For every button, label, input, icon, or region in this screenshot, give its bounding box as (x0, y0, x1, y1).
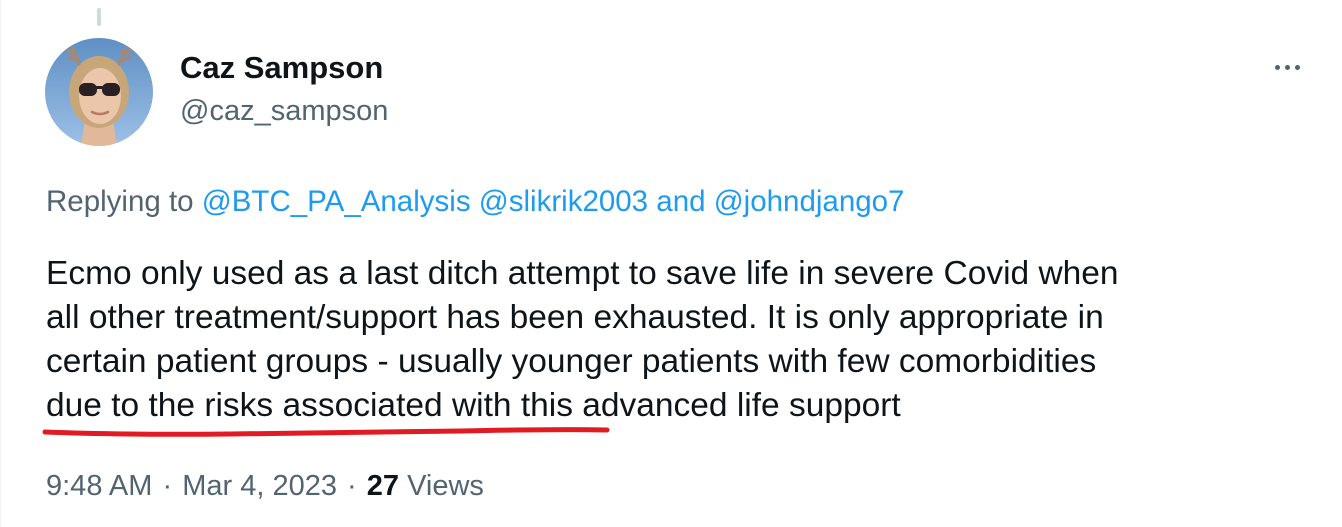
date-link[interactable]: Mar 4, 2023 (182, 470, 337, 502)
tweet-text-line: all other treatment/support has been exh… (46, 299, 1104, 336)
thread-connector-line (97, 8, 101, 26)
tweet-meta: 9:48 AM · Mar 4, 2023 · 27 Views (46, 470, 484, 503)
views-label: Views (407, 470, 484, 502)
mention-link-btc-pa-analysis[interactable]: @BTC_PA_Analysis (202, 185, 471, 218)
tweet-text-line: due to the risks associated with this ad… (46, 387, 901, 424)
reply-context-prefix: Replying to (46, 185, 194, 218)
tweet-text-line: Ecmo only used as a last ditch attempt t… (46, 255, 1119, 292)
avatar-image (45, 38, 153, 146)
author-display-name[interactable]: Caz Sampson (180, 50, 383, 86)
mention-link-johndjango7[interactable]: @johndjango7 (714, 185, 905, 218)
meta-separator: · (162, 470, 173, 502)
reply-context: Replying to @BTC_PA_Analysis @slikrik200… (46, 185, 904, 219)
avatar[interactable] (45, 38, 153, 146)
tweet-text: Ecmo only used as a last ditch attempt t… (46, 252, 1316, 428)
tweet-text-line: certain patient groups - usually younger… (46, 343, 1097, 380)
views-count: 27 (366, 470, 400, 502)
tweet-card: Caz Sampson @caz_sampson Replying to @BT… (0, 0, 1342, 527)
author-handle[interactable]: @caz_sampson (180, 95, 388, 128)
meta-separator: · (347, 470, 357, 502)
timestamp-link[interactable]: 9:48 AM (46, 470, 152, 502)
reply-context-and[interactable]: and (656, 185, 705, 218)
mention-link-slikrik2003[interactable]: @slikrik2003 (479, 185, 648, 218)
more-options-button[interactable] (1263, 50, 1311, 84)
more-horizontal-icon (1274, 64, 1280, 70)
